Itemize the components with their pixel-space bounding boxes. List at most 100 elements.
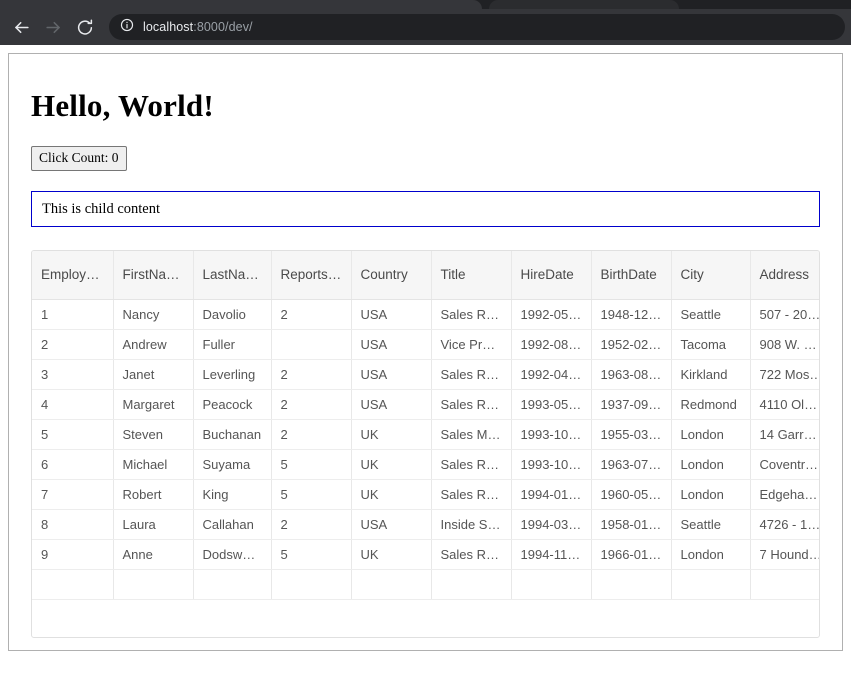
- table-cell[interactable]: 1952-02-…: [591, 329, 672, 360]
- info-circle-icon[interactable]: [120, 18, 134, 37]
- table-cell[interactable]: Sales R…: [431, 479, 512, 510]
- table-cell[interactable]: 4726 - 1…: [750, 509, 819, 540]
- table-row[interactable]: 2 Andrew Fuller USA Vice Pre… 1992-08-… 1952-0…: [32, 329, 819, 360]
- table-cell[interactable]: London: [671, 479, 751, 510]
- table-cell[interactable]: 5: [271, 539, 352, 570]
- table-cell[interactable]: 5: [271, 479, 352, 510]
- table-row[interactable]: 3 Janet Leverling 2 USA Sales R… 1992-04-… 1963…: [32, 359, 819, 390]
- table-cell[interactable]: Fuller: [193, 329, 272, 360]
- table-row[interactable]: 1 Nancy Davolio 2 USA Sales R… 1992-05-… 1948-1…: [32, 299, 819, 330]
- click-count-button[interactable]: Click Count: 0: [31, 146, 127, 171]
- browser-tab-secondary[interactable]: [489, 0, 679, 9]
- table-cell[interactable]: 1948-12-…: [591, 299, 672, 330]
- table-cell[interactable]: UK: [351, 479, 432, 510]
- table-cell[interactable]: 3: [32, 359, 114, 390]
- column-header[interactable]: Country: [351, 251, 432, 300]
- table-cell[interactable]: UK: [351, 419, 432, 450]
- table-cell[interactable]: 4: [32, 389, 114, 420]
- table-cell[interactable]: Edgeha…: [750, 479, 819, 510]
- table-cell[interactable]: Nancy: [113, 299, 194, 330]
- table-cell[interactable]: Dodsworth: [193, 539, 272, 570]
- table-cell[interactable]: 1993-05-…: [511, 389, 592, 420]
- table-cell[interactable]: 9: [32, 539, 114, 570]
- table-cell[interactable]: 2: [271, 419, 352, 450]
- table-cell[interactable]: Steven: [113, 419, 194, 450]
- table-cell[interactable]: 1966-01-…: [591, 539, 672, 570]
- table-cell[interactable]: Janet: [113, 359, 194, 390]
- table-cell[interactable]: 1937-09-…: [591, 389, 672, 420]
- table-cell[interactable]: Redmond: [671, 389, 751, 420]
- table-cell[interactable]: London: [671, 539, 751, 570]
- table-cell[interactable]: Sales R…: [431, 389, 512, 420]
- table-cell[interactable]: Robert: [113, 479, 194, 510]
- table-cell[interactable]: 1992-05-…: [511, 299, 592, 330]
- table-cell[interactable]: Laura: [113, 509, 194, 540]
- browser-tab-active[interactable]: [0, 0, 482, 9]
- address-bar[interactable]: localhost:8000/dev/: [109, 14, 845, 40]
- back-button[interactable]: [6, 12, 36, 42]
- table-cell[interactable]: 2: [271, 389, 352, 420]
- column-header[interactable]: Employe…: [32, 251, 114, 300]
- table-cell[interactable]: Sales M…: [431, 419, 512, 450]
- table-row[interactable]: 7 Robert King 5 UK Sales R… 1994-01-… 1960-05-……: [32, 479, 819, 510]
- table-cell[interactable]: Michael: [113, 449, 194, 480]
- column-header[interactable]: Address: [750, 251, 819, 300]
- table-cell[interactable]: 7 Hound…: [750, 539, 819, 570]
- forward-button[interactable]: [38, 12, 68, 42]
- table-cell[interactable]: USA: [351, 359, 432, 390]
- table-cell[interactable]: King: [193, 479, 272, 510]
- table-cell[interactable]: Vice Pre…: [431, 329, 512, 360]
- table-cell[interactable]: 2: [32, 329, 114, 360]
- table-cell[interactable]: Sales R…: [431, 299, 512, 330]
- table-cell[interactable]: 7: [32, 479, 114, 510]
- table-cell[interactable]: 14 Garre…: [750, 419, 819, 450]
- table-cell[interactable]: Margaret: [113, 389, 194, 420]
- employee-data-grid[interactable]: Employe… FirstName LastName ReportsTo Countr…: [31, 250, 820, 638]
- table-row[interactable]: 9 Anne Dodsworth 5 UK Sales R… 1994-11-… 1966-0…: [32, 539, 819, 570]
- table-cell[interactable]: UK: [351, 449, 432, 480]
- column-header[interactable]: LastName: [193, 251, 272, 300]
- reload-button[interactable]: [70, 12, 100, 42]
- table-cell[interactable]: 1955-03-…: [591, 419, 672, 450]
- table-cell[interactable]: 2: [271, 359, 352, 390]
- table-cell[interactable]: Coventry…: [750, 449, 819, 480]
- table-cell[interactable]: Suyama: [193, 449, 272, 480]
- table-cell[interactable]: USA: [351, 329, 432, 360]
- table-row[interactable]: 8 Laura Callahan 2 USA Inside S… 1994-03-… 1958…: [32, 509, 819, 540]
- column-header[interactable]: BirthDate: [591, 251, 672, 300]
- table-cell[interactable]: Tacoma: [671, 329, 751, 360]
- table-cell[interactable]: 1960-05-…: [591, 479, 672, 510]
- table-cell[interactable]: USA: [351, 389, 432, 420]
- table-cell[interactable]: 1994-03-…: [511, 509, 592, 540]
- table-row[interactable]: 6 Michael Suyama 5 UK Sales R… 1993-10-… 1963-0…: [32, 449, 819, 480]
- table-cell[interactable]: 1994-01-…: [511, 479, 592, 510]
- table-cell[interactable]: 1963-07-…: [591, 449, 672, 480]
- table-cell[interactable]: Davolio: [193, 299, 272, 330]
- table-cell[interactable]: Leverling: [193, 359, 272, 390]
- column-header[interactable]: ReportsTo: [271, 251, 352, 300]
- column-header[interactable]: FirstName: [113, 251, 194, 300]
- table-cell[interactable]: Callahan: [193, 509, 272, 540]
- table-cell[interactable]: Anne: [113, 539, 194, 570]
- column-header[interactable]: HireDate: [511, 251, 592, 300]
- table-cell[interactable]: 2: [271, 299, 352, 330]
- column-header[interactable]: Title: [431, 251, 512, 300]
- table-cell[interactable]: London: [671, 419, 751, 450]
- table-cell[interactable]: 4110 Old…: [750, 389, 819, 420]
- table-cell[interactable]: Andrew: [113, 329, 194, 360]
- table-cell[interactable]: 1993-10-…: [511, 419, 592, 450]
- table-cell[interactable]: Inside S…: [431, 509, 512, 540]
- table-cell[interactable]: 1992-08-…: [511, 329, 592, 360]
- table-cell[interactable]: Buchanan: [193, 419, 272, 450]
- table-cell[interactable]: 1992-04-…: [511, 359, 592, 390]
- table-cell[interactable]: 2: [271, 509, 352, 540]
- table-cell[interactable]: Sales R…: [431, 539, 512, 570]
- table-cell[interactable]: UK: [351, 539, 432, 570]
- table-cell[interactable]: London: [671, 449, 751, 480]
- table-cell[interactable]: 1958-01-…: [591, 509, 672, 540]
- table-cell[interactable]: Seattle: [671, 509, 751, 540]
- table-cell[interactable]: Peacock: [193, 389, 272, 420]
- table-cell[interactable]: 5: [271, 449, 352, 480]
- table-cell[interactable]: 1994-11-…: [511, 539, 592, 570]
- table-cell[interactable]: 1963-08-…: [591, 359, 672, 390]
